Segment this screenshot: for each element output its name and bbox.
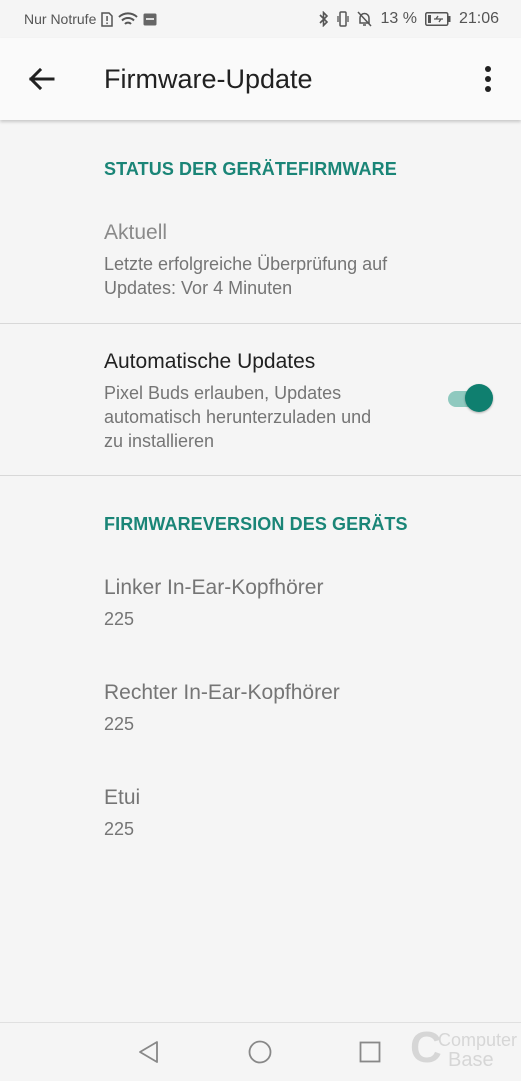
- battery-icon: [424, 12, 451, 26]
- auto-updates-line3: zu installieren: [104, 431, 215, 451]
- clock: 21:06: [458, 10, 499, 27]
- case-version: 225: [104, 819, 135, 839]
- bell-off-icon: [357, 11, 373, 27]
- right-earbud-version: 225: [104, 714, 135, 734]
- section-header-version: FIRMWAREVERSION DES GERÄTS: [104, 514, 408, 534]
- back-triangle-icon[interactable]: [137, 1040, 161, 1064]
- current-status-line1: Letzte erfolgreiche Überprüfung auf: [104, 254, 388, 274]
- vibrate-icon: [337, 11, 350, 27]
- status-bar: Nur Notrufe 13 % 21:06: [0, 0, 521, 38]
- battery-percent: 13 %: [380, 10, 417, 27]
- sim-icon: [143, 13, 157, 25]
- svg-text:C: C: [410, 1023, 442, 1072]
- section-header-status: STATUS DER GERÄTEFIRMWARE: [104, 159, 397, 179]
- app-bar: Firmware-Update: [0, 38, 521, 120]
- more-vert-icon[interactable]: [476, 64, 500, 94]
- auto-updates-toggle[interactable]: [446, 384, 494, 414]
- status-left: Nur Notrufe: [24, 11, 157, 27]
- auto-updates-title: Automatische Updates: [104, 350, 316, 373]
- recents-square-icon[interactable]: [359, 1041, 381, 1063]
- current-status-title: Aktuell: [104, 221, 168, 244]
- divider: [0, 323, 521, 324]
- carrier-label: Nur Notrufe: [24, 11, 97, 27]
- divider: [0, 475, 521, 476]
- back-arrow-icon[interactable]: [26, 64, 56, 94]
- status-right: 13 % 21:06: [319, 10, 499, 28]
- wifi-icon: [118, 11, 139, 25]
- left-earbud-title: Linker In-Ear-Kopfhörer: [104, 576, 324, 599]
- page-title: Firmware-Update: [104, 64, 313, 94]
- watermark-line2: Base: [448, 1049, 494, 1071]
- current-status-line2: Updates: Vor 4 Minuten: [104, 278, 293, 298]
- left-earbud-version: 225: [104, 609, 135, 629]
- right-earbud-title: Rechter In-Ear-Kopfhörer: [104, 681, 340, 704]
- computerbase-watermark: C Computer Base: [410, 1023, 517, 1072]
- toggle-thumb: [465, 384, 493, 412]
- case-title: Etui: [104, 786, 141, 809]
- auto-updates-line2: automatisch herunterzuladen und: [104, 407, 372, 427]
- auto-updates-line1: Pixel Buds erlauben, Updates: [104, 383, 342, 403]
- watermark-line1: Computer: [438, 1030, 517, 1050]
- sim-alert-icon: [101, 11, 114, 27]
- home-circle-icon[interactable]: [248, 1040, 272, 1064]
- bluetooth-icon: [319, 11, 329, 27]
